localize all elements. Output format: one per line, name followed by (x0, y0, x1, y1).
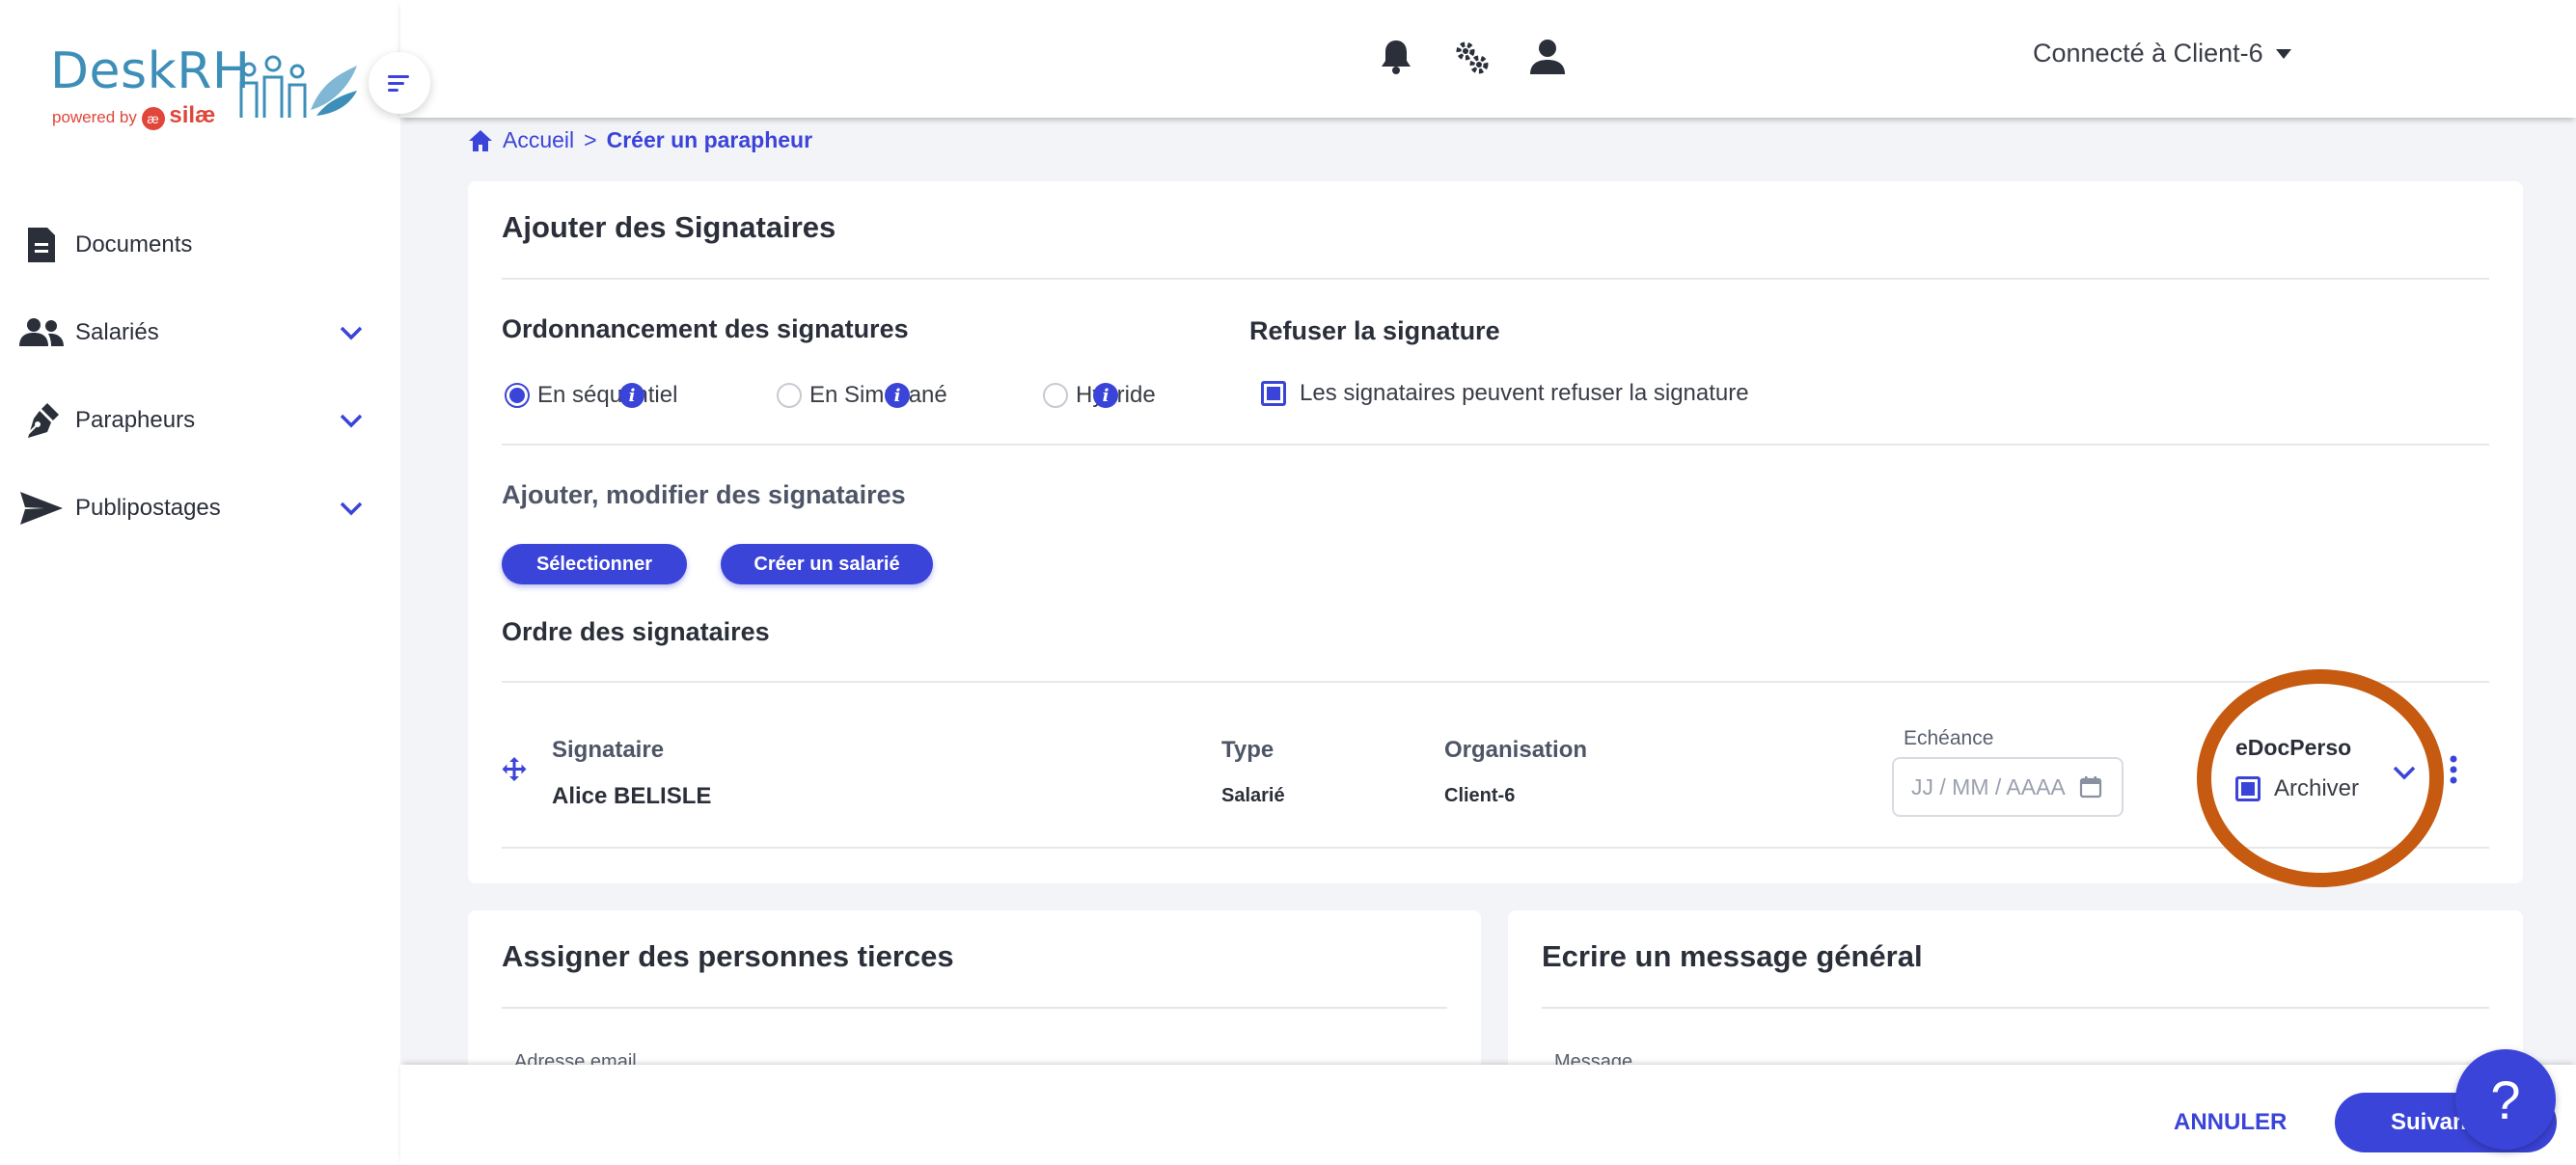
bell-icon (1382, 41, 1411, 74)
card-title: Ajouter des Signataires (502, 210, 836, 244)
top-bar: Connecté à Client-6 (400, 0, 2576, 118)
breadcrumb: Accueil > Créer un parapheur (468, 127, 812, 153)
sidebar-item-documents[interactable]: Documents (0, 216, 400, 274)
archive-checkbox[interactable]: Archiver (2235, 775, 2359, 802)
divider (502, 444, 2489, 446)
info-icon[interactable]: i (1093, 383, 1118, 408)
info-icon[interactable]: i (885, 383, 910, 408)
sidebar-item-parapheurs[interactable]: Parapheurs (0, 392, 400, 449)
info-icon[interactable]: i (619, 383, 644, 408)
settings-button[interactable] (1449, 35, 1494, 79)
order-title: Ordre des signataires (502, 617, 770, 646)
radio-sequential[interactable]: En séquentiel (505, 382, 677, 409)
logo-text: DeskRH (50, 42, 251, 100)
signers-card: Ajouter des Signataires Ordonnancement d… (468, 181, 2523, 883)
divider (1542, 1007, 2489, 1009)
silae-name: silæ (169, 102, 216, 128)
column-header-edocperso: eDocPerso (2235, 735, 2352, 760)
radio-indicator (505, 383, 530, 408)
people-logo-icon (239, 55, 357, 118)
powered-by-label: powered by (52, 108, 137, 126)
chevron-down-icon[interactable] (336, 405, 367, 436)
divider (502, 1007, 1447, 1009)
sidebar-toggle-button[interactable] (369, 52, 430, 114)
ordering-title: Ordonnancement des signatures (502, 314, 909, 343)
deadline-label: Echéance (1904, 727, 1994, 749)
select-button[interactable]: Sélectionner (502, 544, 687, 584)
send-icon (19, 486, 64, 530)
client-selector-label: Connecté à Client-6 (2033, 39, 2263, 68)
refuse-signature-checkbox[interactable]: Les signataires peuvent refuser la signa… (1261, 380, 1749, 407)
chevron-down-icon[interactable] (2390, 758, 2419, 787)
document-icon (19, 223, 64, 267)
chevron-down-icon[interactable] (336, 493, 367, 524)
breadcrumb-home-link[interactable]: Accueil (503, 127, 574, 153)
sidebar-item-publipostages[interactable]: Publipostages (0, 479, 400, 537)
drag-handle-icon[interactable] (501, 756, 528, 783)
menu-lines-icon (388, 75, 409, 92)
sidebar: DeskRH powered by æ silæ Documents Salar… (0, 0, 400, 1165)
breadcrumb-separator: > (584, 127, 597, 152)
breadcrumb-current: Créer un parapheur (606, 127, 813, 152)
divider (502, 278, 2489, 280)
main-content: Accueil > Créer un parapheur Ajouter des… (400, 118, 2576, 1123)
sidebar-item-label: Documents (75, 231, 193, 257)
pen-icon (19, 398, 64, 443)
create-employee-button[interactable]: Créer un salarié (721, 544, 933, 584)
sidebar-item-label: Parapheurs (75, 407, 196, 433)
chevron-down-icon[interactable] (336, 317, 367, 348)
gear-icon (1456, 41, 1489, 74)
date-placeholder: JJ / MM / AAAA (1911, 773, 2066, 799)
signer-name: Alice BELISLE (552, 783, 712, 809)
column-header-signer: Signataire (552, 737, 665, 763)
user-icon (1530, 40, 1565, 74)
logo-powered-by: powered by æ silæ (52, 102, 215, 130)
radio-indicator (1043, 383, 1068, 408)
radio-label: En séquentiel (537, 382, 678, 408)
checkbox-indicator (2235, 776, 2261, 801)
card-title: Ecrire un message général (1542, 939, 1923, 973)
checkbox-indicator (1261, 381, 1286, 406)
divider (502, 847, 2489, 849)
footer-bar: ANNULER Suivant (400, 1065, 2576, 1165)
divider (502, 681, 2489, 683)
calendar-icon[interactable] (2079, 775, 2102, 799)
deskrh-logo[interactable]: DeskRH powered by æ silæ (50, 42, 357, 130)
profile-button[interactable] (1525, 35, 1570, 79)
sidebar-item-label: Publipostages (75, 495, 221, 521)
more-vertical-icon[interactable] (2448, 754, 2459, 785)
client-selector[interactable]: Connecté à Client-6 (2033, 39, 2292, 68)
checkbox-label: Les signataires peuvent refuser la signa… (1300, 380, 1749, 406)
checkbox-label: Archiver (2274, 775, 2360, 801)
radio-simultaneous[interactable]: En Simultané (777, 382, 947, 409)
sidebar-item-label: Salariés (75, 319, 159, 345)
silae-mark: æ (141, 106, 165, 130)
sidebar-item-salaries[interactable]: Salariés (0, 304, 400, 362)
refuse-title: Refuser la signature (1249, 316, 1500, 345)
radio-indicator (777, 383, 802, 408)
signer-organisation: Client-6 (1444, 785, 1516, 806)
card-title: Assigner des personnes tierces (502, 939, 954, 973)
caret-down-icon (2275, 48, 2291, 59)
users-icon (19, 311, 64, 355)
deadline-date-input[interactable]: JJ / MM / AAAA (1892, 757, 2124, 817)
add-modify-title: Ajouter, modifier des signataires (502, 480, 906, 509)
radio-label: En Simultané (809, 382, 947, 408)
notifications-button[interactable] (1374, 35, 1418, 79)
signer-type: Salarié (1221, 785, 1285, 806)
home-icon[interactable] (468, 129, 493, 152)
help-button[interactable]: ? (2455, 1049, 2556, 1150)
cancel-button[interactable]: ANNULER (2174, 1109, 2287, 1136)
column-header-type: Type (1221, 737, 1274, 763)
column-header-organisation: Organisation (1444, 737, 1588, 763)
